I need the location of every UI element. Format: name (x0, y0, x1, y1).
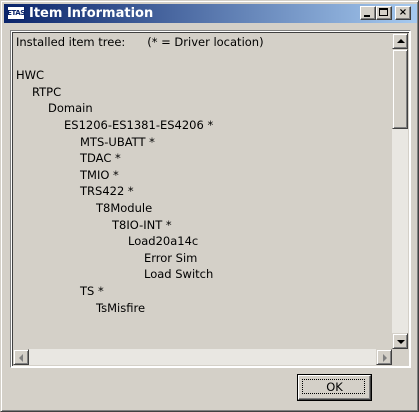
etas-app-icon: ETAS (7, 6, 25, 20)
vertical-scroll-thumb[interactable] (392, 49, 408, 129)
tree-item: TMIO * (80, 167, 119, 182)
arrow-up-icon (397, 39, 405, 43)
scroll-left-button[interactable] (13, 349, 29, 365)
tree-item: TDAC * (80, 151, 121, 166)
tree-item: Load20a14c (128, 234, 199, 249)
ok-button-label: OK (326, 380, 343, 394)
scrollbar-corner (392, 349, 408, 365)
item-tree-box: Installed item tree: (* = Driver locatio… (10, 30, 411, 368)
tree-item: TS * (80, 284, 104, 298)
tree-item: Error Sim (144, 250, 198, 265)
tree-item: TRS422 * (80, 184, 134, 199)
tree-item: HWC (16, 68, 45, 83)
scroll-down-button[interactable] (392, 333, 408, 349)
scroll-up-button[interactable] (392, 33, 408, 49)
tree-item: ES1206-ES1381-ES4206 * (64, 118, 214, 132)
tree-item: Domain (48, 101, 93, 116)
close-icon: × (398, 7, 408, 18)
item-information-dialog: ETAS Item Information × Installed item t… (0, 0, 419, 412)
window-title: Item Information (29, 6, 154, 21)
scroll-right-button[interactable] (376, 349, 392, 365)
tree-item: RTPC (32, 84, 62, 99)
arrow-right-icon (383, 354, 387, 362)
close-button[interactable]: × (395, 6, 411, 20)
tree-item: T8Module (96, 201, 153, 215)
item-tree-text[interactable]: Installed item tree: (* = Driver locatio… (13, 33, 391, 349)
minimize-button[interactable] (360, 6, 376, 20)
ok-button[interactable]: OK (297, 374, 372, 401)
tree-header: Installed item tree: (* = Driver locatio… (16, 35, 264, 49)
maximize-icon (379, 8, 388, 16)
item-tree-viewport: Installed item tree: (* = Driver locatio… (12, 32, 409, 366)
maximize-button[interactable] (376, 6, 392, 20)
minimize-icon (364, 15, 370, 17)
tree-item: T8IO-INT * (112, 217, 172, 232)
tree-item: MTS-UBATT * (80, 134, 155, 149)
tree-item: Load Switch (144, 267, 214, 282)
arrow-left-icon (19, 354, 23, 362)
horizontal-scrollbar[interactable] (13, 349, 392, 365)
vertical-scrollbar[interactable] (392, 33, 408, 349)
tree-item: TsMisfire (96, 300, 146, 315)
title-bar[interactable]: ETAS Item Information × (4, 4, 417, 23)
arrow-down-icon (397, 340, 405, 344)
